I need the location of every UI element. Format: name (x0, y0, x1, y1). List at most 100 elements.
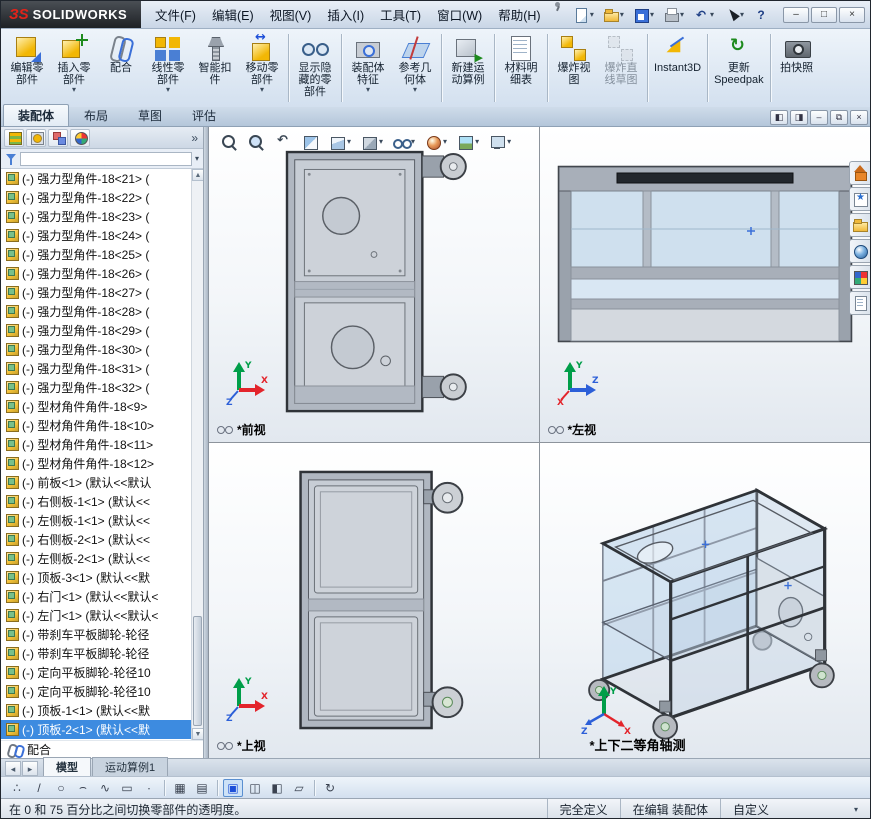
tree-item[interactable]: (-) 左门<1> (默认<<默认< (1, 606, 191, 625)
model-tab[interactable]: 运动算例1 (92, 757, 169, 776)
tab-scroll-button[interactable]: ▸ (22, 761, 38, 776)
tree-item[interactable]: (-) 顶板-2<1> (默认<<默 (1, 720, 191, 739)
tree-item[interactable]: (-) 强力型角件-18<25> ( (1, 245, 191, 264)
feature-manager-tab[interactable] (70, 128, 90, 147)
ribbon-button[interactable]: 拍快照 (774, 31, 820, 77)
ribbon-button[interactable]: 新建运 动算例 (445, 31, 491, 89)
tile-right-button[interactable]: ◨ (790, 110, 808, 125)
section-icon[interactable]: ◧ (267, 779, 287, 797)
snap-icon[interactable]: ▤ (192, 779, 212, 797)
status-cell[interactable]: 自定义 ▾ (720, 799, 870, 818)
view-toolbar-button[interactable]: ▾ (485, 131, 514, 153)
ribbon-button[interactable]: 爆炸视 图 (551, 31, 597, 89)
quick-access-button[interactable]: ▾ (630, 5, 657, 25)
circle-icon[interactable]: ○ (51, 779, 71, 797)
chevron-expand-icon[interactable]: » (191, 131, 200, 145)
doc-close-button[interactable]: × (850, 110, 868, 125)
view-toolbar-button[interactable]: ▾ (389, 131, 418, 153)
top-view-drawing[interactable] (264, 466, 484, 734)
task-pane-tab[interactable] (849, 213, 870, 237)
tree-item[interactable]: (-) 强力型角件-18<27> ( (1, 283, 191, 302)
tree-item[interactable]: (-) 强力型角件-18<29> ( (1, 321, 191, 340)
maximize-button[interactable]: □ (811, 6, 837, 23)
quick-access-button[interactable]: ▾ (660, 5, 687, 25)
tree-item[interactable]: (-) 左侧板-2<1> (默认<< (1, 549, 191, 568)
quick-access-button[interactable]: ↶ ▾ (690, 5, 717, 25)
viewport-isometric[interactable]: Y X Z *上下二等角轴测 (539, 442, 870, 758)
tree-item[interactable]: (-) 型材角件角件-18<10> (1, 416, 191, 435)
line-icon[interactable]: / (29, 779, 49, 797)
tree-item[interactable]: (-) 顶板-1<1> (默认<<默 (1, 701, 191, 720)
menu-item[interactable]: 编辑(E) (204, 1, 262, 28)
ribbon-button[interactable]: 更新 Speedpak (711, 31, 767, 89)
feature-manager-tab[interactable] (26, 128, 46, 147)
tree-item[interactable]: (-) 强力型角件-18<21> ( (1, 169, 191, 188)
tree-item[interactable]: (-) 右侧板-1<1> (默认<< (1, 492, 191, 511)
tree-item[interactable]: (-) 左侧板-1<1> (默认<< (1, 511, 191, 530)
ribbon-button[interactable]: 装配体 特征 ▾ (345, 31, 391, 97)
perspective-icon[interactable]: ▱ (289, 779, 309, 797)
quick-access-button[interactable]: ▾ (600, 5, 627, 25)
quick-access-button[interactable]: ? (750, 5, 772, 25)
tree-item[interactable]: (-) 强力型角件-18<31> ( (1, 359, 191, 378)
menu-item[interactable]: 工具(T) (372, 1, 429, 28)
tree-item[interactable]: (-) 强力型角件-18<23> ( (1, 207, 191, 226)
ribbon-button[interactable]: 材料明 细表 (498, 31, 544, 89)
tree-item[interactable]: (-) 带刹车平板脚轮-轮径 (1, 644, 191, 663)
mates-folder-row[interactable]: 配合 (1, 740, 203, 758)
quick-access-button[interactable]: ▾ (570, 5, 597, 25)
command-tab[interactable]: 装配体 (3, 104, 70, 126)
tree-item[interactable]: (-) 右侧板-2<1> (默认<< (1, 530, 191, 549)
menu-item[interactable]: 窗口(W) (429, 1, 490, 28)
hidden-lines-icon[interactable]: ◫ (245, 779, 265, 797)
tree-item[interactable]: (-) 强力型角件-18<32> ( (1, 378, 191, 397)
task-pane-tab[interactable] (849, 239, 870, 263)
status-cell[interactable]: 在编辑 装配体 (619, 799, 720, 818)
menu-item[interactable]: 帮助(H) (490, 1, 548, 28)
tree-item[interactable]: (-) 前板<1> (默认<<默认 (1, 473, 191, 492)
point-icon[interactable]: ∙ (139, 779, 159, 797)
ribbon-button[interactable]: 移动零 部件 ▾ (239, 30, 285, 97)
ribbon-button[interactable]: 参考几 何体 ▾ (392, 31, 438, 97)
ribbon-button[interactable]: 插入零 部件 ▾ (51, 31, 97, 97)
scroll-up-icon[interactable]: ▲ (192, 169, 203, 181)
ribbon-button[interactable]: 爆炸直 线草图 (598, 31, 644, 89)
tree-item[interactable]: (-) 强力型角件-18<24> ( (1, 226, 191, 245)
tree-item[interactable]: (-) 强力型角件-18<30> ( (1, 340, 191, 359)
viewport-top[interactable]: Y X Z *上视 (209, 442, 540, 758)
task-pane-tab[interactable] (849, 265, 870, 289)
tree-scrollbar[interactable]: ▲ ▼ (191, 169, 203, 740)
feature-manager-tab[interactable] (4, 128, 24, 147)
command-tab[interactable]: 评估 (177, 104, 231, 126)
tab-scroll-button[interactable]: ◂ (5, 761, 21, 776)
view-toolbar-button[interactable]: ▾ (453, 131, 482, 153)
tree-item[interactable]: (-) 强力型角件-18<28> ( (1, 302, 191, 321)
spline-icon[interactable]: ∿ (95, 779, 115, 797)
menu-item[interactable]: 视图(V) (262, 1, 320, 28)
rebuild-icon[interactable]: ↻ (320, 779, 340, 797)
tree-item[interactable]: (-) 顶板-3<1> (默认<<默 (1, 568, 191, 587)
minimize-button[interactable]: – (783, 6, 809, 23)
tree-item[interactable]: (-) 型材角件角件-18<11> (1, 435, 191, 454)
quick-access-button[interactable]: ▾ (720, 5, 747, 25)
quick-snaps-icon[interactable]: ∴ (7, 779, 27, 797)
view-toolbar-button[interactable] (244, 131, 268, 153)
view-toolbar-button[interactable]: ▾ (325, 131, 354, 153)
tree-item[interactable]: (-) 定向平板脚轮-轮径10 (1, 663, 191, 682)
arc-icon[interactable]: ⌢ (73, 779, 93, 797)
feature-manager-tab[interactable] (48, 128, 68, 147)
menu-item[interactable]: 插入(I) (319, 1, 372, 28)
left-view-drawing[interactable] (555, 159, 855, 349)
menu-item[interactable]: 文件(F) (147, 1, 204, 28)
scroll-down-icon[interactable]: ▼ (192, 728, 203, 740)
ribbon-button[interactable]: 显示隐 藏的零 部件 (292, 31, 338, 101)
view-toolbar-button[interactable] (271, 131, 295, 153)
tree-item[interactable]: (-) 型材角件角件-18<9> (1, 397, 191, 416)
task-pane-tab[interactable] (849, 187, 870, 211)
ribbon-button[interactable]: 配合 (98, 31, 144, 77)
tree-item[interactable]: (-) 定向平板脚轮-轮径10 (1, 682, 191, 701)
tree-item[interactable]: (-) 型材角件角件-18<12> (1, 454, 191, 473)
grid-icon[interactable]: ▦ (170, 779, 190, 797)
tree-item[interactable]: (-) 强力型角件-18<22> ( (1, 188, 191, 207)
status-cell[interactable]: 完全定义 (546, 799, 620, 818)
